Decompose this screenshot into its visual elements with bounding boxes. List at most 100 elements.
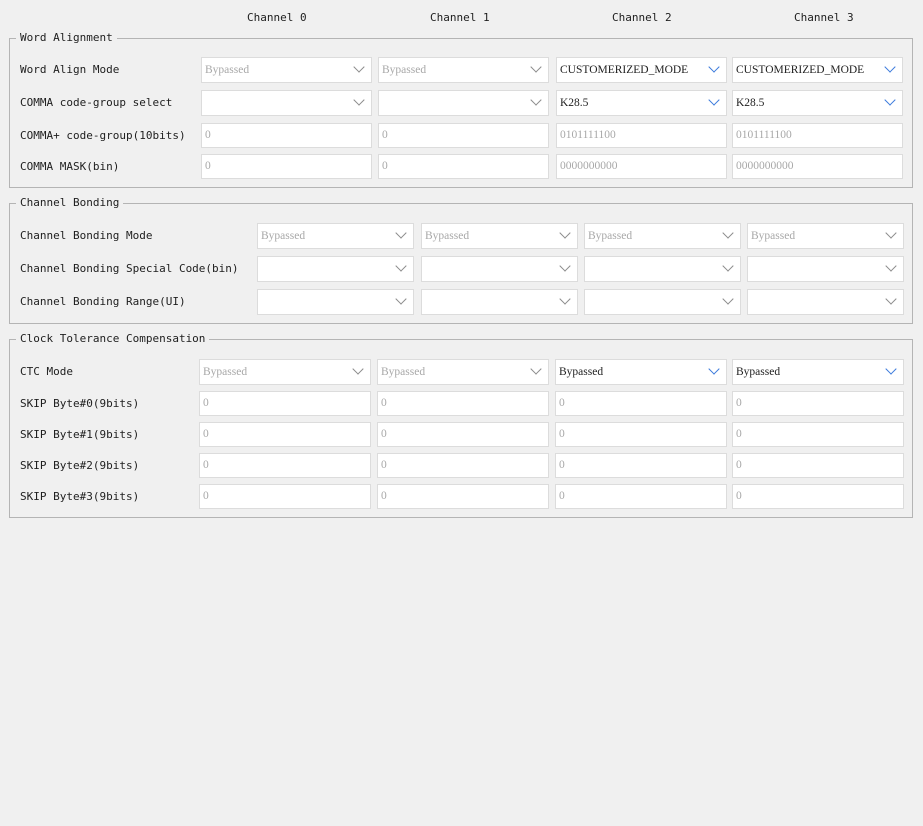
value-text: 0 [382, 160, 388, 172]
value-text: CUSTOMERIZED_MODE [560, 64, 689, 76]
comma-mask-bin-channel-3-field[interactable]: 0000000000 [732, 154, 903, 179]
value-text: 0 [382, 129, 388, 141]
ctc-mode-label: CTC Mode [20, 365, 73, 378]
channel-bonding-special-code-bin-channel-1-dropdown[interactable] [421, 256, 578, 282]
chevron-down-icon[interactable] [884, 61, 896, 73]
chevron-down-icon[interactable] [885, 293, 897, 305]
value-text: 0 [559, 459, 565, 471]
value-text: 0 [203, 459, 209, 471]
skip-byte-0-9bits-channel-3-field[interactable]: 0 [732, 391, 904, 416]
channel-bonding-mode-row: Channel Bonding Mode Bypassed Bypassed Bypa… [10, 223, 912, 249]
comma-code-group-select-channel-0-dropdown[interactable] [201, 90, 372, 116]
chevron-down-icon[interactable] [885, 227, 897, 239]
skip-byte-2-9bits-channel-0-field[interactable]: 0 [199, 453, 371, 478]
value-text: 0 [381, 397, 387, 409]
comma-code-group-10bits-channel-1-field[interactable]: 0 [378, 123, 549, 148]
skip-byte-1-9bits-row: SKIP Byte#1(9bits) 0 0 0 0 [10, 422, 912, 448]
value-text: Bypassed [261, 230, 306, 242]
skip-byte-1-9bits-channel-1-field[interactable]: 0 [377, 422, 549, 447]
ctc-mode-row: CTC Mode Bypassed Bypassed Bypassed Bypassed [10, 359, 912, 385]
comma-code-group-10bits-channel-2-field[interactable]: 0101111100 [556, 123, 727, 148]
skip-byte-2-9bits-channel-2-field[interactable]: 0 [555, 453, 727, 478]
channel-bonding-range-ui-channel-3-dropdown[interactable] [747, 289, 904, 315]
channel-bonding-special-code-bin-channel-3-dropdown[interactable] [747, 256, 904, 282]
comma-mask-bin-channel-2-field[interactable]: 0000000000 [556, 154, 727, 179]
comma-mask-bin-row: COMMA MASK(bin) 0 0 0000000000 0000000000 [10, 154, 912, 180]
word-align-mode-channel-3-dropdown[interactable]: CUSTOMERIZED_MODE [732, 57, 903, 83]
value-text: 0 [205, 160, 211, 172]
comma-mask-bin-channel-1-field[interactable]: 0 [378, 154, 549, 179]
chevron-down-icon[interactable] [559, 227, 571, 239]
comma-code-group-select-channel-1-dropdown[interactable] [378, 90, 549, 116]
chevron-down-icon[interactable] [708, 94, 720, 106]
skip-byte-1-9bits-channel-3-field[interactable]: 0 [732, 422, 904, 447]
skip-byte-3-9bits-channel-2-field[interactable]: 0 [555, 484, 727, 509]
group-title: Clock Tolerance Compensation [16, 332, 210, 346]
value-text: 0000000000 [560, 160, 618, 172]
channel-bonding-mode-channel-1-dropdown[interactable]: Bypassed [421, 223, 578, 249]
skip-byte-1-9bits-channel-2-field[interactable]: 0 [555, 422, 727, 447]
comma-code-group-select-channel-3-dropdown[interactable]: K28.5 [732, 90, 903, 116]
value-text: Bypassed [559, 366, 604, 378]
chevron-down-icon[interactable] [885, 363, 897, 375]
channel-bonding-range-ui-channel-1-dropdown[interactable] [421, 289, 578, 315]
value-text: Bypassed [382, 64, 427, 76]
chevron-down-icon[interactable] [722, 293, 734, 305]
chevron-down-icon[interactable] [708, 363, 720, 375]
channel-bonding-special-code-bin-channel-0-dropdown[interactable] [257, 256, 414, 282]
ctc-mode-channel-3-dropdown[interactable]: Bypassed [732, 359, 904, 385]
chevron-down-icon[interactable] [722, 260, 734, 272]
comma-mask-bin-channel-0-field[interactable]: 0 [201, 154, 372, 179]
chevron-down-icon[interactable] [559, 260, 571, 272]
chevron-down-icon[interactable] [885, 260, 897, 272]
channel-bonding-mode-channel-0-dropdown[interactable]: Bypassed [257, 223, 414, 249]
word-align-mode-channel-0-dropdown[interactable]: Bypassed [201, 57, 372, 83]
channel-bonding-mode-label: Channel Bonding Mode [20, 229, 153, 242]
word-align-mode-channel-2-dropdown[interactable]: CUSTOMERIZED_MODE [556, 57, 727, 83]
skip-byte-2-9bits-channel-1-field[interactable]: 0 [377, 453, 549, 478]
chevron-down-icon[interactable] [530, 61, 542, 73]
skip-byte-3-9bits-channel-0-field[interactable]: 0 [199, 484, 371, 509]
channel-0-header: Channel 0 [247, 11, 307, 24]
chevron-down-icon[interactable] [884, 94, 896, 106]
word-align-mode-row: Word Align Mode Bypassed Bypassed CUSTOMERI… [10, 57, 912, 83]
comma-code-group-select-channel-2-dropdown[interactable]: K28.5 [556, 90, 727, 116]
value-text: 0 [381, 459, 387, 471]
skip-byte-0-9bits-channel-2-field[interactable]: 0 [555, 391, 727, 416]
chevron-down-icon[interactable] [353, 94, 365, 106]
chevron-down-icon[interactable] [395, 260, 407, 272]
chevron-down-icon[interactable] [395, 227, 407, 239]
comma-code-group-10bits-channel-0-field[interactable]: 0 [201, 123, 372, 148]
chevron-down-icon[interactable] [530, 363, 542, 375]
chevron-down-icon[interactable] [530, 94, 542, 106]
value-text: 0 [736, 459, 742, 471]
channel-bonding-special-code-bin-channel-2-dropdown[interactable] [584, 256, 741, 282]
ctc-mode-channel-0-dropdown[interactable]: Bypassed [199, 359, 371, 385]
chevron-down-icon[interactable] [353, 61, 365, 73]
channel-1-header: Channel 1 [430, 11, 490, 24]
comma-code-group-10bits-channel-3-field[interactable]: 0101111100 [732, 123, 903, 148]
channel-bonding-special-code-bin-label: Channel Bonding Special Code(bin) [20, 262, 239, 275]
chevron-down-icon[interactable] [395, 293, 407, 305]
value-text: K28.5 [560, 97, 589, 109]
skip-byte-0-9bits-channel-1-field[interactable]: 0 [377, 391, 549, 416]
value-text: 0 [205, 129, 211, 141]
chevron-down-icon[interactable] [722, 227, 734, 239]
channel-bonding-range-ui-channel-0-dropdown[interactable] [257, 289, 414, 315]
skip-byte-0-9bits-channel-0-field[interactable]: 0 [199, 391, 371, 416]
skip-byte-3-9bits-channel-3-field[interactable]: 0 [732, 484, 904, 509]
chevron-down-icon[interactable] [559, 293, 571, 305]
channel-3-header: Channel 3 [794, 11, 854, 24]
ctc-mode-channel-1-dropdown[interactable]: Bypassed [377, 359, 549, 385]
channel-bonding-mode-channel-3-dropdown[interactable]: Bypassed [747, 223, 904, 249]
skip-byte-3-9bits-channel-1-field[interactable]: 0 [377, 484, 549, 509]
channel-bonding-range-ui-channel-2-dropdown[interactable] [584, 289, 741, 315]
word-align-mode-channel-1-dropdown[interactable]: Bypassed [378, 57, 549, 83]
skip-byte-1-9bits-channel-0-field[interactable]: 0 [199, 422, 371, 447]
chevron-down-icon[interactable] [352, 363, 364, 375]
channel-bonding-mode-channel-2-dropdown[interactable]: Bypassed [584, 223, 741, 249]
chevron-down-icon[interactable] [708, 61, 720, 73]
skip-byte-2-9bits-channel-3-field[interactable]: 0 [732, 453, 904, 478]
ctc-mode-channel-2-dropdown[interactable]: Bypassed [555, 359, 727, 385]
comma-code-group-select-label: COMMA code-group select [20, 96, 173, 109]
